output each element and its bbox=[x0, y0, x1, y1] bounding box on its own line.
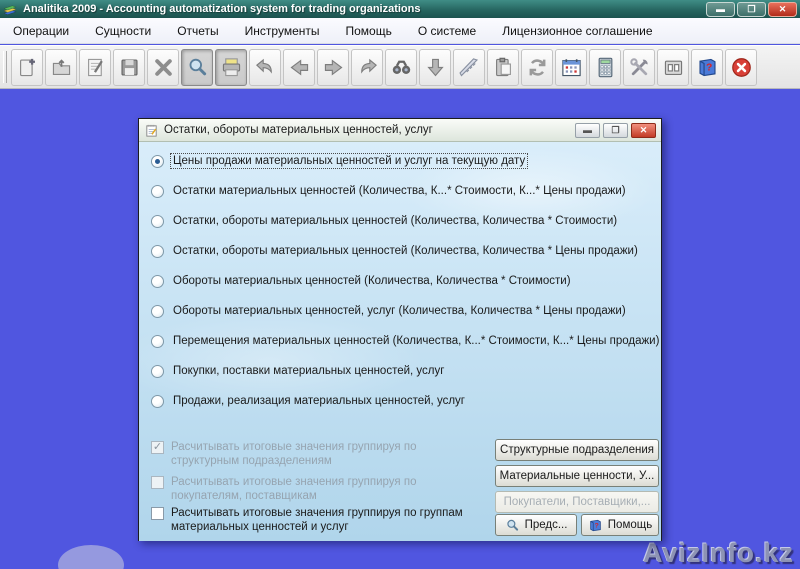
help-book-icon: ? bbox=[588, 518, 603, 533]
report-option-row[interactable]: Обороты материальных ценностей (Количест… bbox=[151, 271, 573, 291]
window-maximize-button[interactable]: ❐ bbox=[737, 2, 766, 17]
checkbox-icon[interactable] bbox=[151, 507, 164, 520]
checkbox-label: Расчитывать итоговые значения группируя … bbox=[171, 440, 487, 468]
radio-icon[interactable] bbox=[151, 395, 164, 408]
watermark-text: AvizInfo.kz bbox=[643, 538, 794, 569]
menu-entities[interactable]: Сущности bbox=[82, 20, 164, 42]
report-option-row[interactable]: Обороты материальных ценностей, услуг (К… bbox=[151, 301, 628, 321]
toolbar: ? bbox=[0, 45, 800, 89]
material-values-button[interactable]: Материальные ценности, У... bbox=[495, 465, 659, 487]
window-titlebar: Analitika 2009 - Accounting automatizati… bbox=[0, 0, 800, 18]
help-book-icon[interactable]: ? bbox=[691, 49, 723, 86]
radio-icon[interactable] bbox=[151, 245, 164, 258]
customers-suppliers-button: Покупатели, Поставщики,... bbox=[495, 491, 659, 513]
calculator-icon[interactable] bbox=[589, 49, 621, 86]
report-option-row[interactable]: Покупки, поставки материальных ценностей… bbox=[151, 361, 446, 381]
preview-icon[interactable] bbox=[181, 49, 213, 86]
refresh-icon[interactable] bbox=[521, 49, 553, 86]
dialog-maximize-button[interactable]: ❐ bbox=[603, 123, 628, 138]
group-by-customers-checkbox-row: Расчитывать итоговые значения группируя … bbox=[151, 475, 487, 503]
checkbox-icon bbox=[151, 476, 164, 489]
dialog-body: Цены продажи материальных ценностей и ус… bbox=[139, 142, 661, 541]
application-window: Analitika 2009 - Accounting automatizati… bbox=[0, 0, 800, 569]
report-option-row[interactable]: Остатки, обороты материальных ценностей … bbox=[151, 211, 619, 231]
paste-clipboard-icon[interactable] bbox=[487, 49, 519, 86]
toolbar-gripper[interactable] bbox=[3, 51, 7, 83]
radio-icon[interactable] bbox=[151, 185, 164, 198]
dialog-title: Остатки, обороты материальных ценностей,… bbox=[164, 124, 575, 136]
dialog-titlebar: Остатки, обороты материальных ценностей,… bbox=[139, 119, 661, 142]
window-title: Analitika 2009 - Accounting automatizati… bbox=[23, 3, 706, 15]
print-icon[interactable] bbox=[215, 49, 247, 86]
menu-operations[interactable]: Операции bbox=[0, 20, 82, 42]
edit-document-icon[interactable] bbox=[79, 49, 111, 86]
radio-icon[interactable] bbox=[151, 215, 164, 228]
new-document-icon[interactable] bbox=[11, 49, 43, 86]
app-logo-icon bbox=[3, 2, 18, 17]
menubar: Операции Сущности Отчеты Инструменты Пом… bbox=[0, 18, 800, 44]
binoculars-icon[interactable] bbox=[385, 49, 417, 86]
radio-icon[interactable] bbox=[151, 305, 164, 318]
forward-arrow-icon[interactable] bbox=[317, 49, 349, 86]
report-option-row[interactable]: Остатки материальных ценностей (Количест… bbox=[151, 181, 628, 201]
radio-icon[interactable] bbox=[151, 275, 164, 288]
undo-icon[interactable] bbox=[249, 49, 281, 86]
report-option-row[interactable]: Продажи, реализация материальных ценност… bbox=[151, 391, 467, 411]
down-arrow-icon[interactable] bbox=[419, 49, 451, 86]
window-close-button[interactable]: ✕ bbox=[768, 2, 797, 17]
watermark-circle bbox=[58, 545, 124, 569]
group-by-units-checkbox-row: Расчитывать итоговые значения группируя … bbox=[151, 440, 487, 468]
preview-button[interactable]: Предс... bbox=[495, 514, 577, 536]
tools-icon[interactable] bbox=[623, 49, 655, 86]
redo-icon[interactable] bbox=[351, 49, 383, 86]
ruler-icon[interactable] bbox=[453, 49, 485, 86]
menu-help[interactable]: Помощь bbox=[333, 20, 405, 42]
open-folder-icon[interactable] bbox=[45, 49, 77, 86]
dialog-close-button[interactable]: ✕ bbox=[631, 123, 656, 138]
exit-icon[interactable] bbox=[725, 49, 757, 86]
report-option-row[interactable]: Цены продажи материальных ценностей и ус… bbox=[151, 151, 527, 171]
delete-icon[interactable] bbox=[147, 49, 179, 86]
radio-icon[interactable] bbox=[151, 365, 164, 378]
radio-icon[interactable] bbox=[151, 335, 164, 348]
menu-license[interactable]: Лицензионное соглашение bbox=[489, 20, 665, 42]
report-option-row[interactable]: Перемещения материальных ценностей (Коли… bbox=[151, 331, 661, 351]
magnifier-icon bbox=[505, 518, 520, 533]
dialog-minimize-button[interactable]: ▬ bbox=[575, 123, 600, 138]
menu-about[interactable]: О системе bbox=[405, 20, 489, 42]
menu-tools[interactable]: Инструменты bbox=[232, 20, 333, 42]
svg-text:?: ? bbox=[706, 62, 712, 73]
checkbox-label: Расчитывать итоговые значения группируя … bbox=[171, 475, 487, 503]
checkbox-icon bbox=[151, 441, 164, 454]
back-arrow-icon[interactable] bbox=[283, 49, 315, 86]
card-file-icon[interactable] bbox=[657, 49, 689, 86]
save-icon[interactable] bbox=[113, 49, 145, 86]
group-by-goods-checkbox-row[interactable]: Расчитывать итоговые значения группируя … bbox=[151, 506, 487, 534]
radio-icon[interactable] bbox=[151, 155, 164, 168]
window-minimize-button[interactable]: ▬ bbox=[706, 2, 735, 17]
calendar-icon[interactable] bbox=[555, 49, 587, 86]
structural-units-button[interactable]: Структурные подразделения bbox=[495, 439, 659, 461]
report-selection-dialog: Остатки, обороты материальных ценностей,… bbox=[138, 118, 662, 541]
report-option-row[interactable]: Остатки, обороты материальных ценностей … bbox=[151, 241, 640, 261]
menu-reports[interactable]: Отчеты bbox=[164, 20, 231, 42]
checkbox-label[interactable]: Расчитывать итоговые значения группируя … bbox=[171, 506, 487, 534]
help-button[interactable]: ? Помощь bbox=[581, 514, 659, 536]
notepad-icon bbox=[144, 123, 159, 138]
svg-text:?: ? bbox=[594, 522, 598, 529]
